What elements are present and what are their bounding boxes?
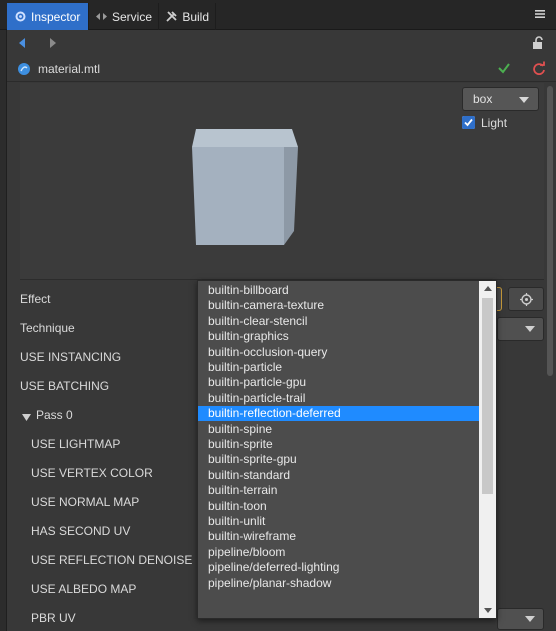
back-arrow-icon[interactable] bbox=[17, 37, 27, 52]
dropdown-option[interactable]: builtin-clear-stencil bbox=[198, 314, 479, 329]
dropdown-option[interactable]: builtin-toon bbox=[198, 499, 479, 514]
preview-shape-select[interactable]: box bbox=[462, 87, 539, 111]
nav-row bbox=[7, 30, 556, 56]
pass-0-header[interactable]: Pass 0 bbox=[20, 406, 200, 422]
dropdown-option[interactable]: builtin-billboard bbox=[198, 283, 479, 298]
technique-select[interactable] bbox=[497, 317, 544, 341]
dropdown-option[interactable]: pipeline/planar-shadow bbox=[198, 576, 479, 591]
dropdown-option[interactable]: builtin-sprite bbox=[198, 437, 479, 452]
use-normal-map-label: USE NORMAL MAP bbox=[31, 495, 140, 509]
panel-scrollbar[interactable] bbox=[547, 86, 553, 376]
locate-effect-button[interactable] bbox=[508, 287, 544, 311]
light-checkbox[interactable] bbox=[462, 116, 475, 129]
scroll-down-icon[interactable] bbox=[484, 608, 492, 613]
dropdown-option[interactable]: builtin-occlusion-query bbox=[198, 345, 479, 360]
dropdown-option[interactable]: builtin-particle-trail bbox=[198, 391, 479, 406]
dropdown-option[interactable]: builtin-particle-gpu bbox=[198, 375, 479, 390]
use-lightmap-label: USE LIGHTMAP bbox=[31, 437, 121, 451]
dropdown-option[interactable]: builtin-graphics bbox=[198, 329, 479, 344]
tab-label: Service bbox=[112, 9, 153, 24]
dropdown-option[interactable]: builtin-wireframe bbox=[198, 529, 479, 544]
pass-0-label: Pass 0 bbox=[36, 408, 73, 422]
material-preview[interactable] bbox=[20, 83, 544, 280]
dropdown-scrollbar[interactable] bbox=[479, 281, 496, 618]
light-label: Light bbox=[481, 116, 508, 130]
tab-bar: Inspector Service Build bbox=[0, 0, 556, 30]
dropdown-option[interactable]: builtin-spine bbox=[198, 422, 479, 437]
effect-label: Effect bbox=[20, 292, 51, 306]
crosshair-icon bbox=[520, 293, 533, 306]
chevron-down-icon bbox=[525, 616, 535, 622]
has-second-uv-label: HAS SECOND UV bbox=[31, 524, 131, 538]
use-albedo-map-label: USE ALBEDO MAP bbox=[31, 582, 137, 596]
dropdown-option[interactable]: builtin-terrain bbox=[198, 483, 479, 498]
dropdown-option[interactable]: pipeline/deferred-lighting bbox=[198, 560, 479, 575]
dropdown-option[interactable]: builtin-particle bbox=[198, 360, 479, 375]
forward-arrow-icon[interactable] bbox=[48, 37, 58, 52]
menu-icon[interactable] bbox=[534, 8, 546, 20]
tab-label: Inspector bbox=[31, 9, 81, 24]
dropdown-option[interactable]: builtin-sprite-gpu bbox=[198, 452, 479, 467]
dropdown-option[interactable]: builtin-reflection-deferred bbox=[198, 406, 479, 422]
dropdown-option[interactable]: builtin-unlit bbox=[198, 514, 479, 529]
use-reflection-denoise-label: USE REFLECTION DENOISE bbox=[31, 553, 193, 567]
preview-shape-value: box bbox=[473, 92, 493, 106]
apply-check-icon[interactable] bbox=[497, 61, 511, 78]
use-batching-label: USE BATCHING bbox=[20, 379, 110, 393]
dropdown-option[interactable]: builtin-standard bbox=[198, 468, 479, 483]
revert-icon[interactable] bbox=[532, 61, 546, 78]
caret-down-icon bbox=[22, 410, 31, 424]
dropdown-option[interactable]: pipeline/bloom bbox=[198, 545, 479, 560]
scroll-up-icon[interactable] bbox=[484, 286, 492, 291]
tab-inspector[interactable]: Inspector bbox=[7, 3, 89, 30]
gear-icon bbox=[13, 10, 27, 24]
effect-dropdown-list: builtin-billboard builtin-camera-texture b… bbox=[197, 280, 497, 619]
use-vertex-color-label: USE VERTEX COLOR bbox=[31, 466, 153, 480]
use-instancing-label: USE INSTANCING bbox=[20, 350, 122, 364]
dropdown-option[interactable]: builtin-camera-texture bbox=[198, 298, 479, 313]
technique-label: Technique bbox=[20, 321, 75, 335]
chevron-down-icon bbox=[519, 97, 529, 103]
tab-label: Build bbox=[182, 9, 209, 24]
unlock-icon[interactable] bbox=[531, 36, 545, 53]
pbr-uv-select[interactable] bbox=[497, 608, 544, 630]
pbr-uv-label: PBR UV bbox=[31, 611, 76, 625]
scroll-thumb[interactable] bbox=[482, 298, 493, 494]
tab-build[interactable]: Build bbox=[159, 3, 216, 30]
tab-service[interactable]: Service bbox=[89, 3, 159, 30]
chevron-down-icon bbox=[525, 326, 535, 332]
file-row: material.mtl bbox=[7, 56, 556, 82]
file-name: material.mtl bbox=[38, 62, 101, 76]
build-icon bbox=[165, 10, 178, 24]
material-icon bbox=[17, 62, 31, 79]
preview-cube bbox=[192, 129, 298, 245]
service-icon bbox=[95, 10, 108, 24]
